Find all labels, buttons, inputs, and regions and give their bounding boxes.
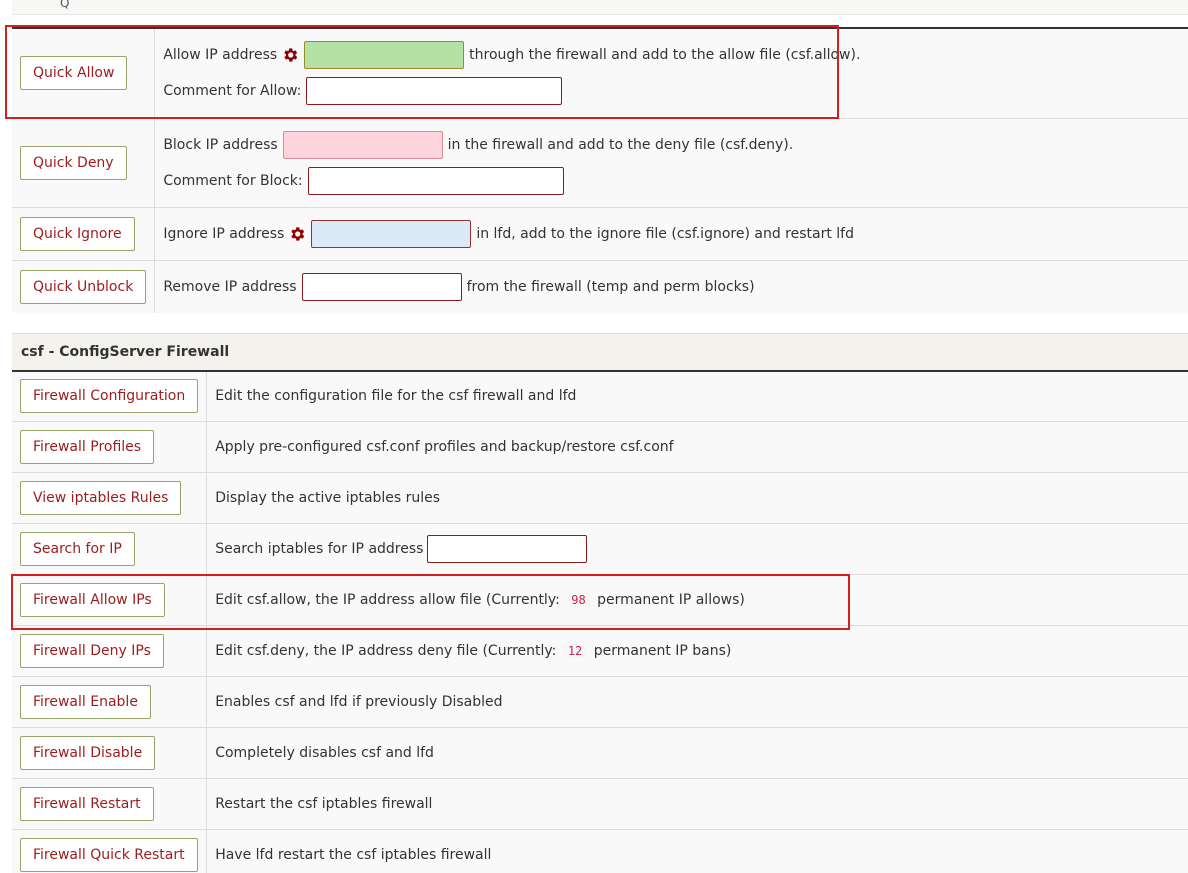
row-description: Restart the csf iptables firewall: [215, 796, 433, 812]
page: Q Quick Allow Allow IP address through t…: [0, 0, 1188, 873]
csf-section-title: csf - ConfigServer Firewall: [12, 333, 1188, 372]
top-header-strip: Q: [12, 0, 1188, 15]
csf-row: Firewall Quick Restart Have lfd restart …: [12, 829, 1188, 873]
deny-count-badge: 12: [563, 644, 587, 658]
ignore-ip-label: Ignore IP address: [163, 225, 285, 242]
csf-row: Firewall Configuration Edit the configur…: [12, 370, 1188, 422]
quick-actions-table: Quick Allow Allow IP address through the…: [12, 27, 1188, 313]
row-description: Have lfd restart the csf iptables firewa…: [215, 847, 492, 864]
row-description: Enables csf and lfd if previously Disabl…: [215, 694, 503, 710]
unblock-ip-input[interactable]: [301, 272, 462, 301]
quick-ignore-row: Quick Ignore Ignore IP address in lfd, a…: [12, 206, 1188, 260]
firewall-enable-button[interactable]: Firewall Enable: [20, 685, 151, 719]
deny-comment-label: Comment for Block:: [163, 172, 303, 189]
view-iptables-rules-button[interactable]: View iptables Rules: [20, 481, 182, 515]
allow-ip-label: Allow IP address: [163, 47, 278, 64]
quick-unblock-row: Quick Unblock Remove IP address from the…: [12, 259, 1188, 313]
quick-allow-row: Quick Allow Allow IP address through the…: [12, 28, 1188, 118]
row-description: Completely disables csf and lfd: [215, 745, 434, 761]
firewall-allow-ips-button[interactable]: Firewall Allow IPs: [20, 583, 165, 617]
quick-ignore-button[interactable]: Quick Ignore: [20, 216, 135, 251]
ignore-description: in lfd, add to the ignore file (csf.igno…: [476, 225, 854, 242]
row-description-suffix: permanent IP allows): [597, 592, 745, 608]
deny-description: in the firewall and add to the deny file…: [447, 136, 794, 153]
row-description: Edit csf.deny, the IP address deny file …: [215, 643, 557, 659]
unblock-description: from the firewall (temp and perm blocks): [466, 278, 755, 295]
firewall-profiles-button[interactable]: Firewall Profiles: [20, 430, 155, 464]
gear-icon[interactable]: [288, 225, 306, 243]
unblock-ip-label: Remove IP address: [163, 278, 297, 295]
csf-row: Search for IP Search iptables for IP add…: [12, 523, 1188, 575]
csf-row: Firewall Restart Restart the csf iptable…: [12, 778, 1188, 830]
search-ip-input[interactable]: [427, 535, 588, 563]
csf-row: Firewall Disable Completely disables csf…: [12, 727, 1188, 779]
csf-row: Firewall Enable Enables csf and lfd if p…: [12, 676, 1188, 728]
quick-deny-row: Quick Deny Block IP address in the firew…: [12, 117, 1188, 207]
ignore-ip-input[interactable]: [311, 219, 472, 248]
search-for-ip-button[interactable]: Search for IP: [20, 532, 135, 566]
quick-allow-button[interactable]: Quick Allow: [20, 56, 128, 91]
row-description: Edit the configuration file for the csf …: [215, 388, 577, 405]
firewall-deny-ips-button[interactable]: Firewall Deny IPs: [20, 634, 164, 668]
deny-comment-input[interactable]: [307, 166, 564, 195]
allow-count-badge: 98: [567, 593, 590, 607]
allow-comment-input[interactable]: [306, 77, 563, 106]
firewall-configuration-button[interactable]: Firewall Configuration: [20, 379, 199, 414]
csf-row: View iptables Rules Display the active i…: [12, 472, 1188, 524]
deny-ip-input[interactable]: [282, 130, 443, 159]
row-description: Search iptables for IP address: [215, 541, 424, 557]
row-description-suffix: permanent IP bans): [593, 643, 732, 659]
quick-deny-button[interactable]: Quick Deny: [20, 145, 127, 180]
firewall-quick-restart-button[interactable]: Firewall Quick Restart: [20, 838, 198, 873]
row-description: Display the active iptables rules: [215, 490, 441, 506]
firewall-disable-button[interactable]: Firewall Disable: [20, 736, 156, 770]
gear-icon[interactable]: [281, 46, 299, 64]
deny-ip-label: Block IP address: [163, 136, 278, 153]
quick-unblock-button[interactable]: Quick Unblock: [20, 269, 147, 304]
csf-row: Firewall Profiles Apply pre-configured c…: [12, 421, 1188, 473]
row-description: Edit csf.allow, the IP address allow fil…: [215, 592, 560, 608]
allow-description: through the firewall and add to the allo…: [469, 47, 861, 64]
row-description: Apply pre-configured csf.conf profiles a…: [215, 439, 674, 455]
csf-table: csf - ConfigServer Firewall Firewall Con…: [12, 333, 1188, 873]
allow-comment-label: Comment for Allow:: [163, 83, 302, 100]
firewall-restart-button[interactable]: Firewall Restart: [20, 787, 154, 821]
csf-row: Firewall Deny IPs Edit csf.deny, the IP …: [12, 625, 1188, 677]
csf-row: Firewall Allow IPs Edit csf.allow, the I…: [12, 574, 1188, 626]
header-glyph: Q: [60, 0, 70, 10]
allow-ip-input[interactable]: [304, 41, 465, 70]
